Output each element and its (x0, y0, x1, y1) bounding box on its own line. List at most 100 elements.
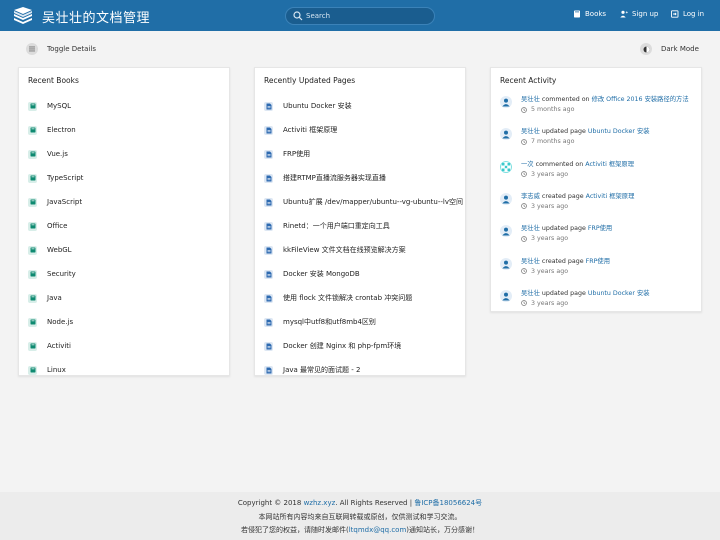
page-item[interactable]: kkFileView 文件文档在线预览解决方案 (264, 238, 463, 262)
activity-item: 李志威 created page Activiti 框架原理 3 years ag… (500, 191, 695, 223)
book-icon (28, 341, 37, 351)
book-item[interactable]: Vue.js (28, 142, 83, 166)
activity-target-link[interactable]: FRP使用 (586, 258, 610, 265)
page-item[interactable]: Docker 创建 Nginx 和 php-fpm环境 (264, 334, 463, 358)
book-icon (28, 269, 37, 279)
page-icon (264, 317, 273, 327)
activity-time-row: 7 months ago (521, 138, 650, 145)
activity-body: 吴壮壮 updated page FRP使用 3 years ago (521, 223, 612, 255)
book-item[interactable]: Linux (28, 358, 83, 382)
avatar[interactable] (500, 128, 512, 141)
page-item[interactable]: Ubuntu扩展 /dev/mapper/ubuntu--vg-ubuntu--… (264, 190, 463, 214)
book-item-label: Linux (47, 366, 66, 374)
activity-user-link[interactable]: 吴壮壮 (521, 290, 540, 297)
recent-books-title: Recent Books (28, 76, 79, 85)
activity-action: updated page (541, 128, 586, 136)
login-link[interactable]: Log in (671, 10, 704, 18)
page-icon (264, 221, 273, 231)
book-item-label: Electron (47, 126, 76, 134)
book-icon (28, 149, 37, 159)
icp-link[interactable]: 鲁ICP备18056624号 (414, 499, 482, 507)
footer-disclaimer: 本网站所有内容均来自互联网转载或原创，仅供测试和学习交流。 (258, 513, 462, 521)
activity-item: 吴壮壮 updated page Ubuntu Docker 安装 7 month… (500, 126, 695, 158)
book-item[interactable]: Node.js (28, 310, 83, 334)
activity-target-link[interactable]: Ubuntu Docker 安装 (588, 290, 650, 297)
activity-target-link[interactable]: 修改 Office 2016 安装路径的方法 (592, 96, 689, 103)
activity-action: created page (541, 192, 584, 200)
book-icon (28, 293, 37, 303)
clock-icon (521, 138, 527, 145)
activity-body: 李志威 created page Activiti 框架原理 3 years ag… (521, 191, 634, 223)
activity-target-link[interactable]: Activiti 框架原理 (585, 161, 634, 168)
avatar[interactable] (500, 160, 512, 173)
activity-user-link[interactable]: 李志威 (521, 193, 540, 200)
activity-user-link[interactable]: 吴壮壮 (521, 258, 540, 265)
activity-text: 吴壮壮 created page FRP使用 (521, 256, 610, 265)
activity-time: 5 months ago (531, 106, 575, 113)
avatar[interactable] (500, 257, 512, 270)
book-item[interactable]: Security (28, 262, 83, 286)
recent-pages-title: Recently Updated Pages (264, 76, 356, 85)
avatar[interactable] (500, 192, 512, 205)
activity-user-link[interactable]: 吴壮壮 (521, 128, 540, 135)
signup-link-label: Sign up (632, 10, 659, 18)
book-item-label: TypeScript (47, 174, 84, 182)
book-item[interactable]: JavaScript (28, 190, 83, 214)
book-item[interactable]: Java (28, 286, 83, 310)
activity-user-link[interactable]: 吴壮壮 (521, 225, 540, 232)
activity-target-link[interactable]: Activiti 框架原理 (586, 193, 635, 200)
page-item-label: Docker 创建 Nginx 和 php-fpm环境 (283, 342, 402, 350)
activity-time: 3 years ago (531, 235, 569, 243)
search-box[interactable] (285, 7, 435, 25)
page-item[interactable]: 搭建RTMP直播流服务器实现直播 (264, 166, 463, 190)
activity-item: 一次 commented on Activiti 框架原理 3 years ago (500, 159, 695, 191)
activity-user-link[interactable]: 吴壮壮 (521, 96, 540, 103)
page-item[interactable]: mysql中utf8和utf8mb4区别 (264, 310, 463, 334)
page-item[interactable]: FRP使用 (264, 142, 463, 166)
page-item[interactable]: Activiti 框架原理 (264, 118, 463, 142)
activity-item: 吴壮壮 created page FRP使用 3 years ago (500, 256, 695, 288)
books-link[interactable]: Books (573, 10, 606, 18)
activity-body: 吴壮壮 updated page Ubuntu Docker 安装 3 years… (521, 288, 650, 320)
page-item-label: Java 最常见的面试题 - 2 (283, 366, 361, 374)
activity-user-link[interactable]: 一次 (521, 161, 534, 168)
avatar[interactable] (500, 225, 512, 238)
page-item[interactable]: Ubuntu Docker 安装 (264, 94, 463, 118)
toggle-details-button[interactable]: Toggle Details (26, 43, 96, 55)
page-icon (264, 341, 273, 351)
activity-target-link[interactable]: Ubuntu Docker 安装 (588, 128, 650, 135)
page-item[interactable]: Rinetd：一个用户端口重定向工具 (264, 214, 463, 238)
recent-books-list: MySQL Electron Vue.js TypeScript JavaScript O… (28, 94, 83, 382)
avatar[interactable] (500, 289, 512, 302)
clock-icon (521, 235, 527, 242)
book-item[interactable]: WebGL (28, 238, 83, 262)
book-item[interactable]: Office (28, 214, 83, 238)
signup-link[interactable]: Sign up (620, 10, 658, 18)
page-item[interactable]: 使用 flock 文件锁解决 crontab 冲突问题 (264, 286, 463, 310)
top-header: 吴壮壮的文档管理 Books Sign up Log in (0, 0, 720, 31)
book-item[interactable]: Electron (28, 118, 83, 142)
activity-time-row: 3 years ago (521, 171, 634, 178)
site-link[interactable]: wzhz.xyz (304, 499, 336, 507)
page-icon (264, 197, 273, 207)
page-item[interactable]: Java 最常见的面试题 - 2 (264, 358, 463, 382)
page-item[interactable]: Docker 安装 MongoDB (264, 262, 463, 286)
email-link[interactable]: ltqmdx@qq.com (349, 526, 407, 534)
recent-pages-card: Recently Updated Pages Ubuntu Docker 安装 A… (254, 67, 466, 376)
toggle-details-label: Toggle Details (47, 45, 96, 53)
page-item-label: mysql中utf8和utf8mb4区别 (283, 318, 376, 326)
book-item[interactable]: Activiti (28, 334, 83, 358)
book-item[interactable]: MySQL (28, 94, 83, 118)
site-title[interactable]: 吴壮壮的文档管理 (42, 7, 150, 26)
activity-text: 一次 commented on Activiti 框架原理 (521, 159, 634, 168)
page-item-label: 搭建RTMP直播流服务器实现直播 (283, 174, 386, 182)
book-item[interactable]: TypeScript (28, 166, 83, 190)
recent-pages-list: Ubuntu Docker 安装 Activiti 框架原理 FRP使用搭建RTMP… (264, 94, 463, 382)
page-item-label: Rinetd：一个用户端口重定向工具 (283, 222, 390, 230)
search-input[interactable] (306, 9, 426, 23)
avatar[interactable] (500, 96, 512, 108)
activity-target-link[interactable]: FRP使用 (588, 225, 612, 232)
list-icon (26, 43, 38, 55)
books-logo-icon[interactable] (12, 6, 34, 25)
dark-mode-button[interactable]: Dark Mode (640, 43, 699, 55)
